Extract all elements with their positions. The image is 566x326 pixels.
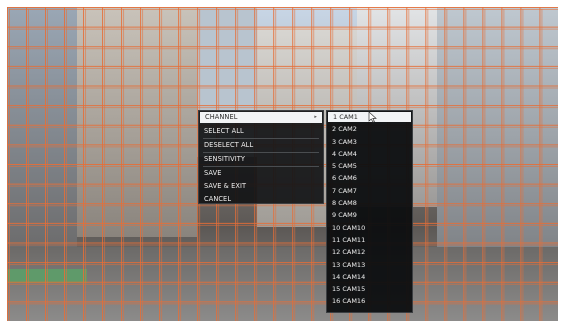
menu-item-label: CHANNEL: [205, 113, 238, 121]
channel-item-10[interactable]: 10 CAM10: [327, 222, 412, 234]
menu-item-cancel[interactable]: CANCEL: [199, 193, 323, 206]
channel-item-5[interactable]: 5 CAM5: [327, 160, 412, 172]
channel-item-15[interactable]: 15 CAM15: [327, 283, 412, 295]
channel-item-1[interactable]: 1 CAM1: [328, 111, 411, 123]
channel-item-11[interactable]: 11 CAM11: [327, 234, 412, 246]
channel-item-7[interactable]: 7 CAM7: [327, 185, 412, 197]
menu-item-sensitivity[interactable]: SENSITIVITY: [199, 153, 323, 166]
context-menu: CHANNEL ▸ SELECT ALL DESELECT ALL SENSIT…: [198, 110, 324, 204]
channel-submenu: 1 CAM1 2 CAM2 3 CAM3 4 CAM4 5 CAM5 6 CAM…: [326, 110, 413, 313]
menu-item-select-all[interactable]: SELECT ALL: [199, 125, 323, 138]
submenu-arrow-icon: ▸: [314, 114, 317, 120]
channel-item-8[interactable]: 8 CAM8: [327, 197, 412, 209]
channel-item-9[interactable]: 9 CAM9: [327, 209, 412, 221]
channel-item-16[interactable]: 16 CAM16: [327, 295, 412, 307]
street: [7, 247, 558, 321]
menu-item-save-exit[interactable]: SAVE & EXIT: [199, 180, 323, 193]
menu-item-save[interactable]: SAVE: [199, 167, 323, 180]
channel-item-12[interactable]: 12 CAM12: [327, 246, 412, 258]
channel-item-3[interactable]: 3 CAM3: [327, 136, 412, 148]
channel-item-14[interactable]: 14 CAM14: [327, 271, 412, 283]
pointer-cursor-icon: [368, 111, 377, 123]
channel-item-4[interactable]: 4 CAM4: [327, 148, 412, 160]
left-building: [7, 7, 77, 257]
menu-item-deselect-all[interactable]: DESELECT ALL: [199, 139, 323, 152]
channel-item-13[interactable]: 13 CAM13: [327, 259, 412, 271]
channel-item-6[interactable]: 6 CAM6: [327, 172, 412, 184]
channel-label: 1 CAM1: [333, 113, 358, 121]
green-curb: [7, 269, 87, 283]
channel-item-2[interactable]: 2 CAM2: [327, 123, 412, 135]
menu-item-channel[interactable]: CHANNEL ▸: [200, 112, 322, 123]
building-facade-1: [77, 7, 197, 237]
